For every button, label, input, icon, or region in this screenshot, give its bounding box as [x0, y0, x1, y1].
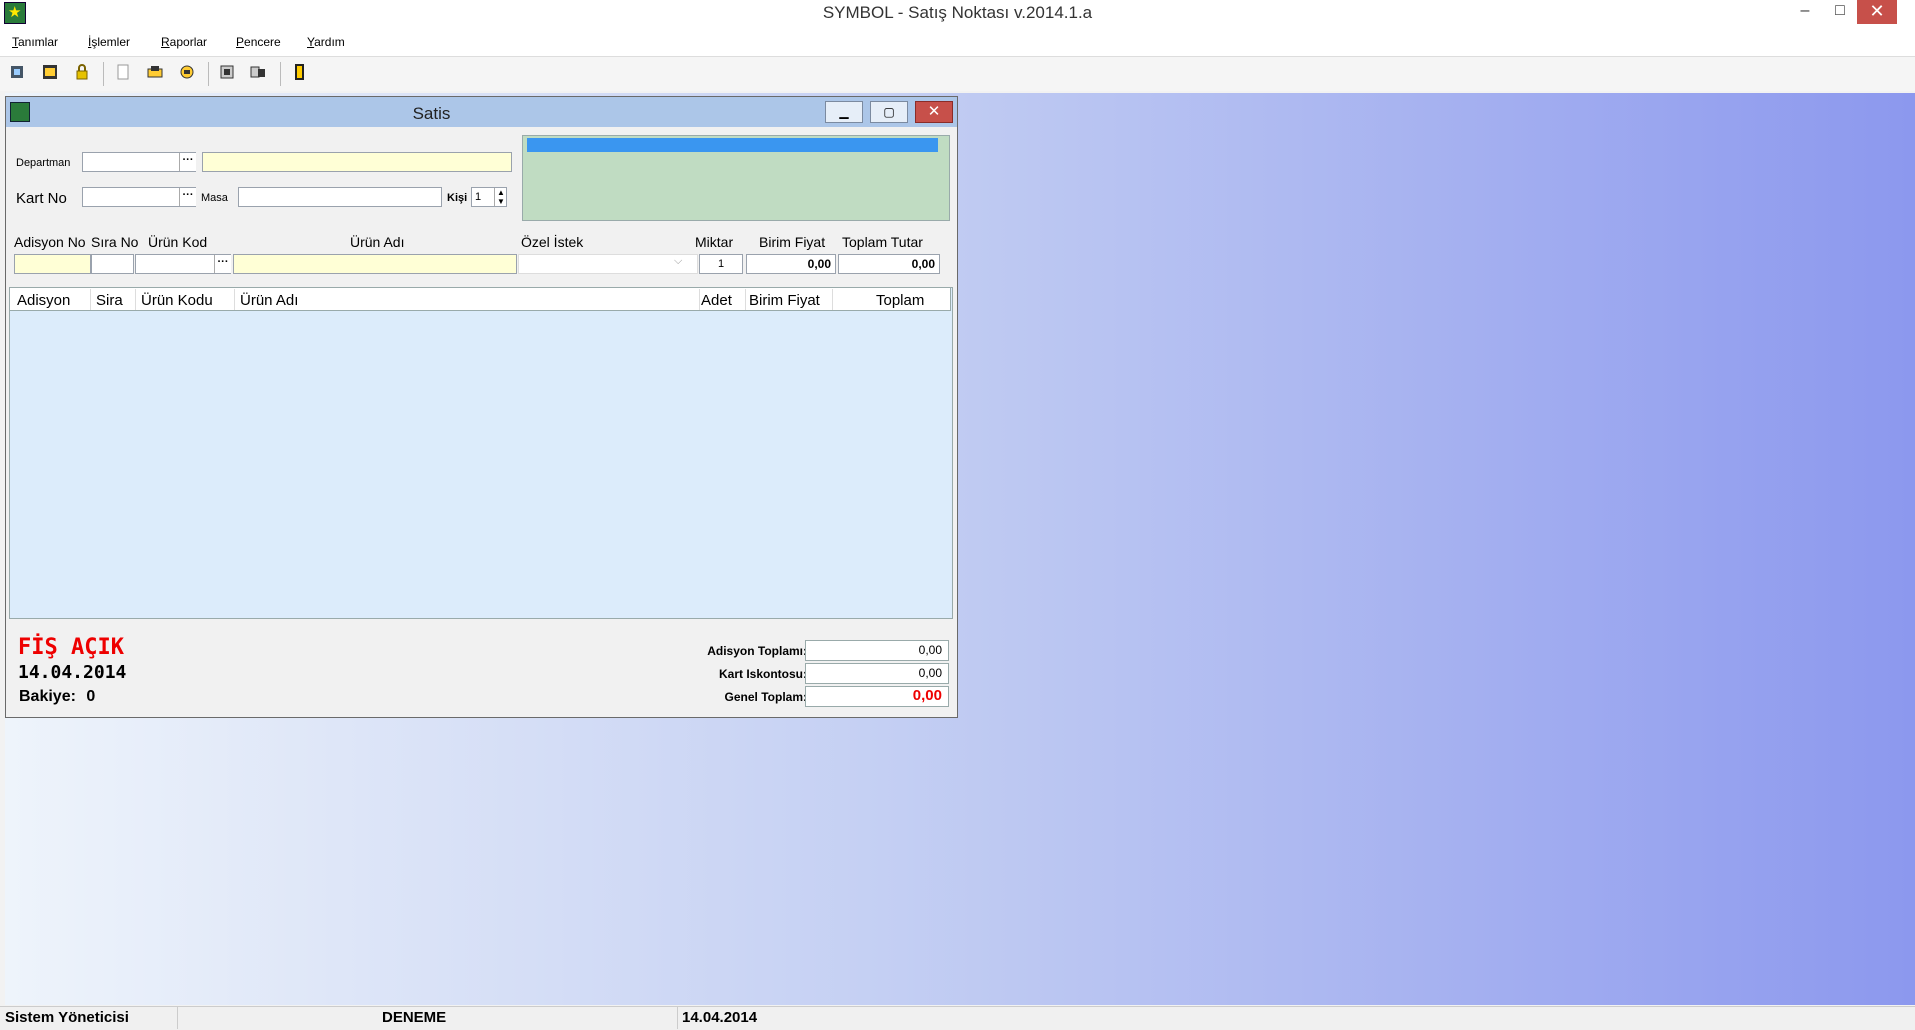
col-ozel-istek: Özel İstek: [521, 234, 584, 250]
status-bar: [0, 1006, 1915, 1030]
toplam-tutar-input[interactable]: 0,00: [838, 254, 940, 274]
exit-door-icon[interactable]: [289, 63, 309, 83]
info-panel-bar: [527, 138, 938, 152]
satis-minimize-button[interactable]: ▁: [825, 101, 863, 123]
miktar-input[interactable]: 1: [699, 254, 743, 274]
menu-tanimlar[interactable]: Tanımlar: [12, 35, 58, 49]
maximize-button[interactable]: □: [1825, 0, 1855, 24]
toolbar-separator: [280, 62, 281, 86]
toolbar-separator: [103, 62, 104, 86]
bakiye-value: 0: [86, 688, 96, 705]
genel-toplam-value: 0,00: [805, 686, 949, 707]
col-urun-adi: Ürün Adı: [350, 234, 405, 250]
tool-icon-1[interactable]: [8, 63, 28, 83]
kart-lookup-button[interactable]: ···: [179, 188, 196, 206]
tool-icon-7[interactable]: [217, 63, 237, 83]
satis-window: Satis ▁ ▢ ✕ Departman ··· Kart No ··· Ma…: [5, 96, 958, 718]
grid-col-sira[interactable]: Sira: [96, 292, 123, 309]
sira-no-input[interactable]: [91, 254, 134, 274]
page-icon[interactable]: [113, 63, 133, 83]
tool-icon-5[interactable]: [145, 63, 165, 83]
grid-col-separator: [234, 289, 235, 310]
bakiye-label: Bakiye: 0: [19, 688, 95, 706]
close-button[interactable]: ✕: [1857, 0, 1897, 24]
minimize-button[interactable]: –: [1790, 0, 1820, 24]
chevron-down-icon[interactable]: ⌵: [674, 255, 682, 268]
kart-iskontosu-label: Kart Iskontosu:: [718, 667, 807, 681]
birim-fiyat-input[interactable]: 0,00: [746, 254, 836, 274]
menu-pencere[interactable]: Pencere: [236, 35, 281, 49]
grid-col-separator: [90, 289, 91, 310]
status-separator: [677, 1006, 678, 1029]
kisi-spin-icon[interactable]: ▲ ▼: [494, 188, 507, 206]
col-sira-no: Sıra No: [91, 234, 139, 250]
departman-name-input[interactable]: [202, 152, 512, 172]
grid-col-birim-fiyat[interactable]: Birim Fiyat: [749, 292, 820, 309]
col-adisyon-no: Adisyon No: [14, 234, 86, 250]
menu-bar: [0, 30, 1915, 57]
status-user: Sistem Yöneticisi: [5, 1009, 129, 1026]
status-separator: [177, 1006, 178, 1029]
adisyon-toplami-value: 0,00: [805, 640, 949, 661]
masa-label: Masa: [201, 192, 228, 204]
adisyon-no-input[interactable]: [14, 254, 91, 274]
toolbar-separator: [208, 62, 209, 86]
col-toplam-tutar: Toplam Tutar: [842, 234, 923, 250]
menu-yardim[interactable]: Yardım: [307, 35, 345, 49]
departman-lookup-button[interactable]: ···: [179, 153, 196, 171]
menu-raporlar[interactable]: Raporlar: [161, 35, 207, 49]
satis-close-button[interactable]: ✕: [915, 101, 953, 123]
menu-islemler[interactable]: İşlemler: [88, 35, 130, 49]
lock-icon[interactable]: [72, 63, 92, 83]
grid-col-urun-kodu[interactable]: Ürün Kodu: [141, 292, 213, 309]
app-title: SYMBOL - Satış Noktası v.2014.1.a: [822, 3, 1093, 22]
tool-icon-6[interactable]: [177, 63, 197, 83]
adisyon-toplami-label: Adisyon Toplamı:: [707, 644, 807, 658]
grid-col-separator: [699, 289, 700, 310]
urun-lookup-button[interactable]: ···: [214, 255, 231, 273]
satis-title: Satis: [412, 104, 451, 123]
bakiye-label-text: Bakiye:: [19, 688, 76, 705]
tool-icon-8[interactable]: [248, 63, 268, 83]
col-urun-kod: Ürün Kod: [148, 234, 208, 250]
grid-col-adet[interactable]: Adet: [701, 292, 732, 309]
kisi-label: Kişi: [447, 192, 468, 204]
fis-date: 14.04.2014: [18, 662, 127, 683]
departman-label: Departman: [16, 157, 71, 169]
tool-icon-2[interactable]: [40, 63, 60, 83]
grid-col-adisyon[interactable]: Adisyon: [17, 292, 70, 309]
col-miktar: Miktar: [695, 234, 734, 250]
ozel-istek-select[interactable]: [518, 254, 698, 274]
masa-input[interactable]: [238, 187, 442, 207]
toolbar: [0, 57, 1915, 91]
satis-maximize-button[interactable]: ▢: [870, 101, 908, 123]
kart-no-label: Kart No: [16, 190, 67, 207]
status-date: 14.04.2014: [682, 1009, 758, 1026]
col-birim-fiyat: Birim Fiyat: [759, 234, 826, 250]
grid-col-separator: [135, 289, 136, 310]
grid-col-urun-adi[interactable]: Ürün Adı: [240, 292, 298, 309]
kart-iskontosu-value: 0,00: [805, 663, 949, 684]
genel-toplam-label: Genel Toplam:: [724, 690, 807, 704]
grid-col-toplam[interactable]: Toplam: [876, 292, 924, 309]
grid-col-separator: [745, 289, 746, 310]
items-grid[interactable]: [9, 287, 953, 619]
urun-adi-input[interactable]: [233, 254, 517, 274]
grid-col-separator: [832, 289, 833, 310]
fis-status: FİŞ AÇIK: [18, 635, 124, 660]
status-company: DENEME: [382, 1009, 447, 1026]
